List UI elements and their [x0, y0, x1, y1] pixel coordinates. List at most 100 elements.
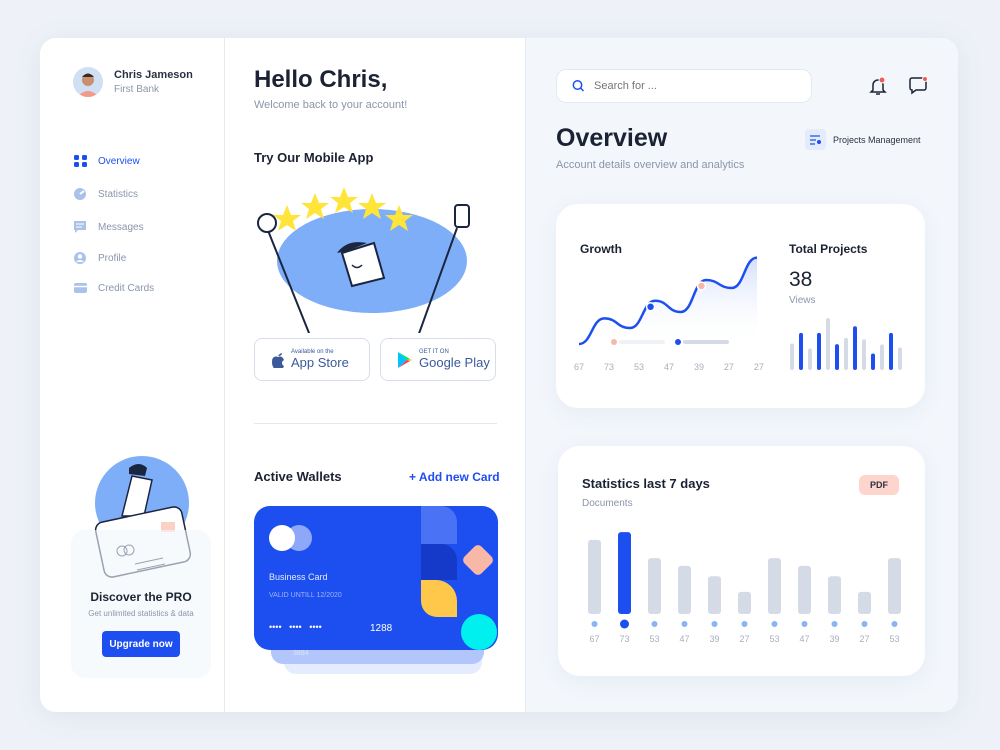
app-window: Chris Jameson First Bank Overview Statist…: [40, 38, 958, 712]
projects-bar: [871, 353, 875, 370]
projects-bar: [889, 332, 893, 370]
total-projects-title: Total Projects: [789, 242, 868, 256]
sidebar-item-overview[interactable]: Overview: [73, 154, 140, 168]
add-card-button[interactable]: + Add new Card: [409, 470, 500, 484]
projects-bar: [790, 343, 794, 370]
statistics-dot: [741, 621, 748, 627]
projects-bar: [862, 339, 866, 370]
wallets-heading: Active Wallets: [254, 469, 342, 484]
projects-bar: [826, 318, 830, 370]
growth-x-label: 27: [723, 362, 734, 372]
user-icon: [74, 252, 86, 264]
statistics-x-label: 27: [859, 634, 869, 644]
avatar[interactable]: [73, 67, 103, 97]
google-play-button[interactable]: GET IT ON Google Play: [380, 338, 496, 381]
statistics-subtitle: Documents: [582, 498, 633, 509]
grid-icon: [74, 155, 87, 167]
sidebar-item-statistics[interactable]: Statistics: [73, 187, 138, 201]
card-masked-number: •••• •••• ••••: [269, 622, 322, 632]
bell-icon[interactable]: [869, 76, 887, 101]
projects-bar: [898, 347, 902, 370]
projects-management-label: Projects Management: [833, 134, 921, 145]
legend-bar: [683, 340, 729, 344]
growth-x-label: 47: [663, 362, 674, 372]
user-bank: First Bank: [114, 84, 160, 95]
growth-x-label: 67: [574, 362, 585, 372]
statistics-x-label: 53: [769, 634, 779, 644]
growth-marker[interactable]: [696, 281, 707, 291]
app-store-label: App Store: [291, 355, 349, 370]
sidebar-item-credit-cards[interactable]: Credit Cards: [73, 281, 154, 295]
sidebar-item-profile[interactable]: Profile: [73, 251, 126, 265]
credit-card-icon: [74, 283, 87, 293]
statistics-bar[interactable]: [618, 532, 631, 614]
statistics-x-label: 73: [619, 634, 629, 644]
google-play-icon: [398, 351, 412, 368]
message-icon: [74, 221, 86, 233]
card-name: Business Card: [269, 572, 328, 582]
projects-bar: [808, 348, 812, 370]
pie-chart-icon: [74, 188, 86, 200]
card-last4: 1288: [370, 623, 393, 634]
statistics-bar[interactable]: [588, 539, 601, 614]
growth-area: [579, 257, 757, 344]
app-store-button[interactable]: Available on the App Store: [254, 338, 370, 381]
statistics-bar[interactable]: [828, 576, 841, 614]
business-card[interactable]: Business Card VALID UNTILL 12/2020 •••• …: [254, 506, 498, 650]
legend-dot-blue: [675, 339, 681, 345]
statistics-dot: [591, 621, 598, 627]
growth-x-label: 53: [633, 362, 644, 372]
card-validity: VALID UNTILL 12/2020: [269, 592, 342, 599]
mobile-app-illustration: [257, 183, 487, 354]
greeting-title: Hello Chris,: [254, 66, 388, 93]
search-input[interactable]: [594, 80, 794, 92]
statistics-panel: Statistics last 7 days Documents PDF 67 7…: [558, 446, 925, 676]
statistics-bar[interactable]: [888, 558, 901, 614]
search-bar[interactable]: [556, 69, 812, 103]
growth-x-label: 27: [753, 362, 764, 372]
google-play-label: Google Play: [419, 355, 490, 370]
statistics-bar[interactable]: [738, 591, 751, 614]
growth-legend: [611, 339, 729, 345]
promo-subtitle: Get unlimited statistics & data: [88, 609, 194, 618]
sidebar-item-messages[interactable]: Messages: [73, 220, 144, 234]
statistics-dot: [620, 619, 629, 629]
search-icon: [572, 80, 585, 92]
statistics-bar[interactable]: [678, 565, 691, 614]
legend-bar: [619, 340, 665, 344]
projects-bar: [853, 326, 857, 370]
pdf-button[interactable]: PDF: [859, 475, 899, 495]
statistics-dot: [711, 621, 718, 627]
statistics-bar[interactable]: [708, 576, 721, 614]
apple-icon: [272, 352, 284, 368]
statistics-x-label: 53: [649, 634, 659, 644]
statistics-bar[interactable]: [858, 591, 871, 614]
statistics-dot: [651, 621, 658, 627]
statistics-bar[interactable]: [798, 565, 811, 614]
greeting-subtitle: Welcome back to your account!: [254, 99, 408, 111]
back-card-number: 3894: [293, 650, 309, 657]
chat-icon[interactable]: [908, 75, 928, 100]
sidebar-item-label: Profile: [98, 252, 127, 264]
statistics-x-label: 39: [709, 634, 719, 644]
statistics-bar[interactable]: [648, 558, 661, 614]
statistics-dot: [831, 621, 838, 627]
mobile-app-heading: Try Our Mobile App: [254, 150, 374, 165]
upgrade-button[interactable]: Upgrade now: [102, 631, 180, 657]
statistics-x-label: 67: [589, 634, 599, 644]
statistics-x-label: 47: [799, 634, 809, 644]
user-name: Chris Jameson: [114, 69, 193, 81]
growth-panel: Growth 67 73 53 47 39 27 27 Total Projects 38 …: [556, 204, 925, 408]
statistics-bar[interactable]: [768, 558, 781, 614]
statistics-dot: [861, 621, 868, 627]
projects-management-button[interactable]: Projects Management: [805, 129, 921, 150]
projects-bar: [880, 344, 884, 370]
overview-column: Overview Account details overview and an…: [526, 38, 958, 712]
growth-x-label: 39: [693, 362, 704, 372]
growth-marker[interactable]: [645, 302, 656, 312]
sidebar-item-label: Messages: [98, 221, 144, 233]
statistics-x-label: 27: [739, 634, 749, 644]
projects-bar: [817, 332, 821, 370]
divider: [254, 423, 497, 424]
total-projects-value: 38: [789, 268, 813, 291]
